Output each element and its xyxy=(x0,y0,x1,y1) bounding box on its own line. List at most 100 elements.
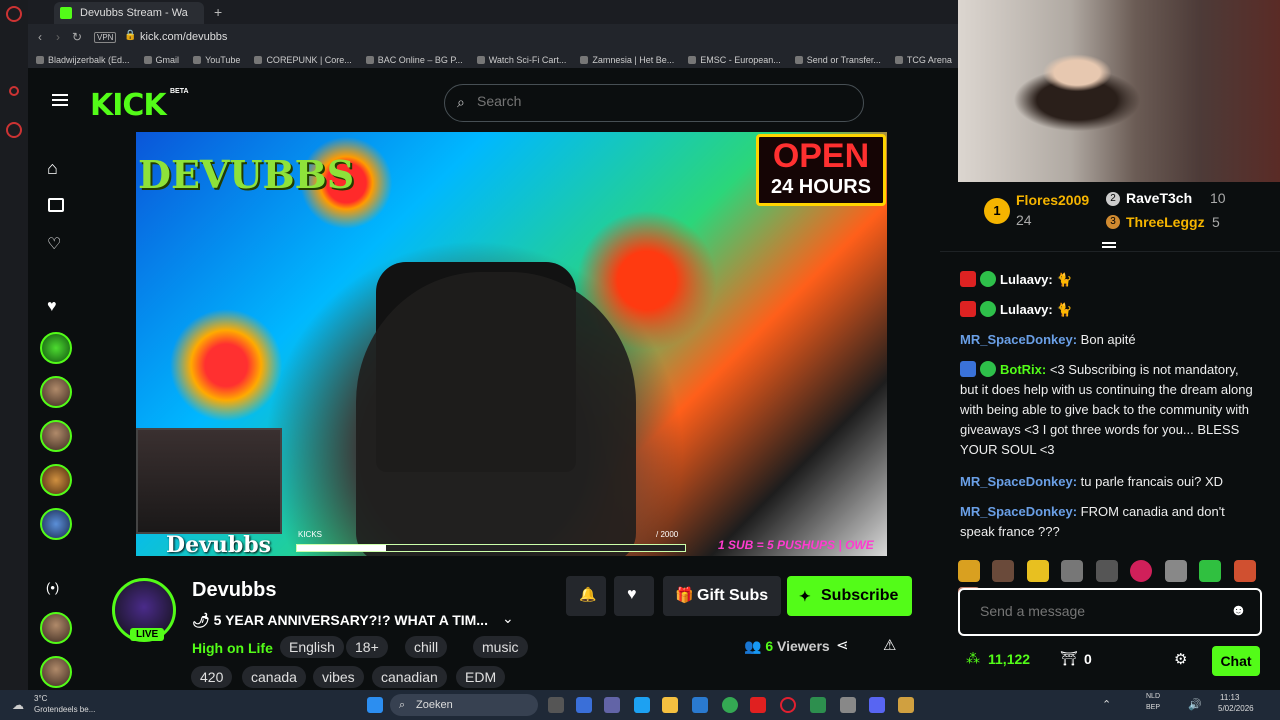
subscribe-button[interactable]: ✦ Subscribe xyxy=(787,576,912,616)
forward-icon[interactable]: › xyxy=(56,30,60,44)
emote-icon[interactable] xyxy=(958,560,980,582)
following-icon[interactable]: ♡ xyxy=(47,234,61,254)
taskbar-search[interactable]: ⌕ Zoeken xyxy=(390,694,538,716)
opera-icon[interactable] xyxy=(6,6,22,22)
clock-time[interactable]: 11:13 xyxy=(1220,693,1239,702)
emote-icon[interactable] xyxy=(1061,560,1084,582)
discord-icon[interactable] xyxy=(869,697,885,713)
tag-chip[interactable]: vibes xyxy=(313,666,364,688)
recommended-channel-avatar[interactable] xyxy=(40,656,72,688)
bookmark-item[interactable]: EMSC - European... xyxy=(688,55,781,65)
calculator-icon[interactable] xyxy=(810,697,826,713)
emote-icon[interactable] xyxy=(1026,560,1049,582)
home-icon[interactable]: ⌂ xyxy=(47,158,58,179)
start-icon[interactable] xyxy=(367,697,383,713)
tag-chip[interactable]: canadian xyxy=(372,666,447,688)
drops-count[interactable]: 0 xyxy=(1084,651,1092,667)
chat-message-input[interactable] xyxy=(980,603,1220,619)
gift-subs-button[interactable]: 🎁 Gift Subs xyxy=(663,576,781,616)
followed-channel-avatar[interactable] xyxy=(40,508,72,540)
rank-1-name[interactable]: Flores2009 xyxy=(1016,192,1089,208)
messenger-icon[interactable] xyxy=(9,86,19,96)
teams-icon[interactable] xyxy=(604,697,620,713)
channel-points[interactable]: 11,122 xyxy=(988,651,1030,667)
tag-chip[interactable]: music xyxy=(473,636,528,658)
history-icon[interactable] xyxy=(6,122,22,138)
browse-icon[interactable] xyxy=(48,198,64,212)
followed-channel-avatar[interactable] xyxy=(40,420,72,452)
chevron-down-icon[interactable]: ⌄ xyxy=(502,610,514,627)
emote-icon[interactable] xyxy=(1130,560,1153,582)
new-tab-button[interactable]: + xyxy=(214,4,222,20)
edge-icon[interactable] xyxy=(634,697,650,713)
notification-bell-button[interactable]: 🔔 xyxy=(566,576,606,616)
bookmark-item[interactable]: TCG Arena xyxy=(895,55,952,65)
bookmark-item[interactable]: Zamnesia | Het Be... xyxy=(580,55,674,65)
bookmark-item[interactable]: Watch Sci-Fi Cart... xyxy=(477,55,567,65)
chat-input-box[interactable]: ☻ xyxy=(958,588,1262,636)
youtube-icon[interactable] xyxy=(750,697,766,713)
bookmark-item[interactable]: COREPUNK | Core... xyxy=(254,55,351,65)
tab-devubbs[interactable]: Devubbs Stream - Wa xyxy=(54,2,204,24)
app-icon[interactable] xyxy=(576,697,592,713)
chat-username[interactable]: Lulaavy: xyxy=(1000,272,1053,287)
emote-icon[interactable] xyxy=(1199,560,1222,582)
send-chat-button[interactable]: Chat xyxy=(1212,646,1260,676)
tray-chevron-icon[interactable]: ⌃ xyxy=(1102,698,1111,711)
task-view-icon[interactable] xyxy=(548,697,564,713)
lang-2[interactable]: BEP xyxy=(1146,704,1160,711)
weather-temp[interactable]: 3°C xyxy=(34,694,47,703)
search-input[interactable] xyxy=(477,93,837,109)
search-box[interactable]: ⌕ xyxy=(444,84,864,122)
explorer-icon[interactable] xyxy=(662,697,678,713)
menu-icon[interactable] xyxy=(52,94,68,96)
bookmark-item[interactable]: Gmail xyxy=(144,55,180,65)
tag-chip[interactable]: 18+ xyxy=(346,636,388,658)
emote-icon[interactable] xyxy=(1095,560,1118,582)
chat-username[interactable]: MR_SpaceDonkey: xyxy=(960,474,1077,489)
opera-taskbar-icon[interactable] xyxy=(780,697,796,713)
kick-logo[interactable]: KICK xyxy=(90,88,167,123)
clock-date[interactable]: 5/02/2026 xyxy=(1218,704,1254,713)
chat-username[interactable]: Lulaavy: xyxy=(1000,302,1053,317)
channel-name[interactable]: Devubbs xyxy=(192,579,276,602)
app-icon[interactable] xyxy=(898,697,914,713)
mail-icon[interactable] xyxy=(692,697,708,713)
video-player[interactable]: DEVUBBS OPEN 24 HOURS Devubbs KICKS / 20… xyxy=(136,132,887,556)
rank-3-name[interactable]: ThreeLeggz xyxy=(1126,214,1205,230)
bookmark-item[interactable]: Bladwijzerbalk (Ed... xyxy=(36,55,130,65)
share-icon[interactable]: ⋖ xyxy=(836,636,849,654)
followed-channel-avatar[interactable] xyxy=(40,376,72,408)
url-field[interactable]: kick.com/devubbs xyxy=(140,31,227,43)
report-icon[interactable]: ⚠ xyxy=(883,636,896,654)
weather-text[interactable]: Grotendeels be... xyxy=(34,705,95,714)
tag-chip[interactable]: chill xyxy=(405,636,448,658)
back-icon[interactable]: ‹ xyxy=(38,30,42,44)
bookmark-item[interactable]: Send or Transfer... xyxy=(795,55,881,65)
chat-settings-icon[interactable]: ⚙ xyxy=(1174,650,1187,668)
follow-button[interactable]: ♥ xyxy=(614,576,654,616)
tag-chip[interactable]: EDM xyxy=(456,666,506,688)
chat-username[interactable]: MR_SpaceDonkey: xyxy=(960,504,1077,519)
game-category[interactable]: High on Life xyxy=(192,640,273,656)
chat-username[interactable]: MR_SpaceDonkey: xyxy=(960,332,1077,347)
emote-icon[interactable] xyxy=(1164,560,1187,582)
recommended-channel-avatar[interactable] xyxy=(40,612,72,644)
tag-chip[interactable]: 420 xyxy=(191,666,233,688)
collapse-leaderboard-icon[interactable] xyxy=(1102,242,1116,244)
reload-icon[interactable]: ↻ xyxy=(72,30,82,44)
emoji-picker-icon[interactable]: ☻ xyxy=(1230,602,1247,620)
chrome-icon[interactable] xyxy=(722,697,738,713)
volume-icon[interactable]: 🔊 xyxy=(1188,698,1202,711)
bookmark-item[interactable]: BAC Online – BG P... xyxy=(366,55,463,65)
tag-chip[interactable]: English xyxy=(280,636,344,658)
lang-1[interactable]: NLD xyxy=(1146,693,1160,700)
emote-icon[interactable] xyxy=(1233,560,1256,582)
rank-2-name[interactable]: RaveT3ch xyxy=(1126,190,1192,206)
followed-channel-avatar[interactable] xyxy=(40,332,72,364)
bookmark-item[interactable]: YouTube xyxy=(193,55,240,65)
app-icon[interactable] xyxy=(840,697,856,713)
tag-chip[interactable]: canada xyxy=(242,666,306,688)
chat-username[interactable]: BotRix: xyxy=(1000,362,1046,377)
followed-channel-avatar[interactable] xyxy=(40,464,72,496)
